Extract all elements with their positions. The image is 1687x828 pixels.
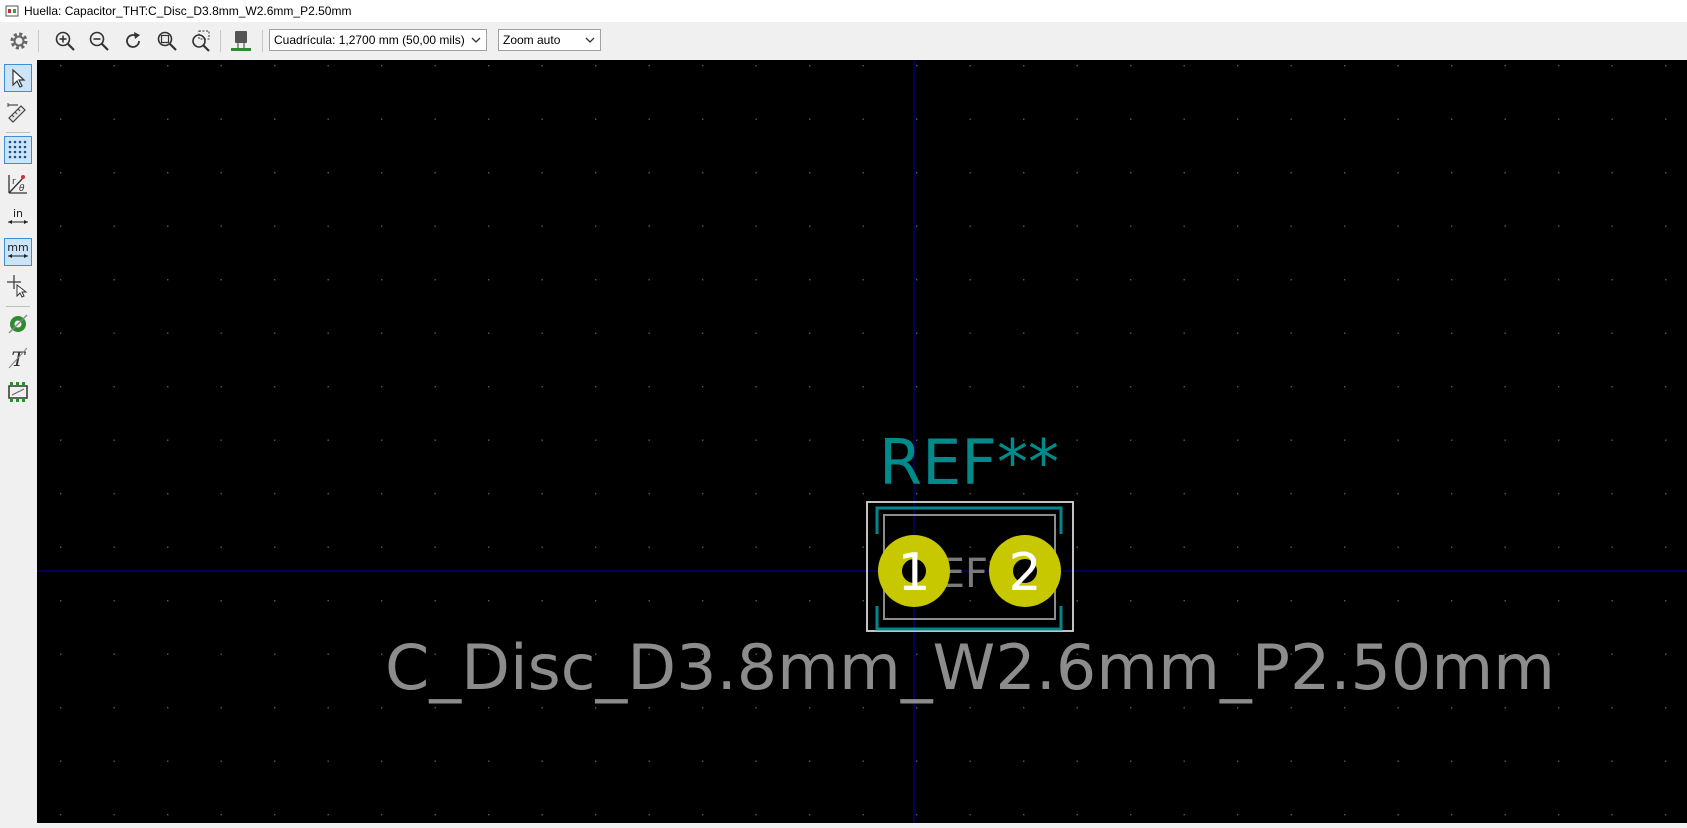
zoom-select-value: Zoom auto: [503, 33, 561, 47]
grid-icon[interactable]: [4, 136, 32, 164]
pad-2[interactable]: 2: [989, 535, 1061, 607]
mm-units-icon[interactable]: mm: [4, 238, 32, 266]
chevron-down-icon: [585, 37, 595, 43]
grid-select[interactable]: Cuadrícula: 1,2700 mm (50,00 mils): [269, 29, 487, 51]
svg-text:θ: θ: [19, 184, 25, 194]
left-toolbar: r θ in mm T: [0, 60, 38, 823]
polar-coords-icon[interactable]: r θ: [4, 170, 32, 198]
chevron-down-icon: [471, 37, 481, 43]
pad-1[interactable]: 1: [878, 535, 950, 607]
zoom-selection-icon[interactable]: [188, 28, 214, 54]
reference-text[interactable]: REF**: [879, 426, 1059, 499]
select-icon[interactable]: [4, 64, 32, 92]
grid-dots: [37, 60, 1687, 823]
redraw-icon[interactable]: [120, 28, 146, 54]
text-display-icon[interactable]: T: [4, 344, 32, 372]
inch-units-icon[interactable]: in: [4, 204, 32, 232]
zoom-select[interactable]: Zoom auto: [498, 29, 601, 51]
top-toolbar: Cuadrícula: 1,2700 mm (50,00 mils) Zoom …: [0, 22, 1687, 61]
pad-display-icon[interactable]: [4, 310, 32, 338]
graphic-outline-icon[interactable]: [4, 378, 32, 406]
kicad-footprint-icon: [5, 5, 19, 17]
3d-viewer-icon[interactable]: [228, 28, 254, 54]
svg-text:in: in: [13, 207, 23, 220]
value-text[interactable]: C_Disc_D3.8mm_W2.6mm_P2.50mm: [385, 631, 1555, 704]
grid-select-value: Cuadrícula: 1,2700 mm (50,00 mils): [274, 33, 465, 47]
window-title: Huella: Capacitor_THT:C_Disc_D3.8mm_W2.6…: [24, 4, 352, 18]
gear-icon[interactable]: [6, 28, 32, 54]
measure-icon[interactable]: [4, 98, 32, 126]
svg-text:r: r: [12, 177, 16, 187]
svg-text:mm: mm: [7, 241, 28, 254]
zoom-in-icon[interactable]: [52, 28, 78, 54]
svg-text:T: T: [11, 347, 26, 370]
zoom-out-icon[interactable]: [86, 28, 112, 54]
zoom-fit-icon[interactable]: [154, 28, 180, 54]
pad-2-number: 2: [1008, 543, 1041, 603]
footprint-canvas[interactable]: REF** 1 2 REF** C_Disc_D3.8mm_W2.6mm_P2.…: [37, 60, 1687, 823]
title-bar: Huella: Capacitor_THT:C_Disc_D3.8mm_W2.6…: [0, 0, 1687, 22]
pad-1-number: 1: [897, 543, 930, 603]
cursor-shape-icon[interactable]: [4, 272, 32, 300]
